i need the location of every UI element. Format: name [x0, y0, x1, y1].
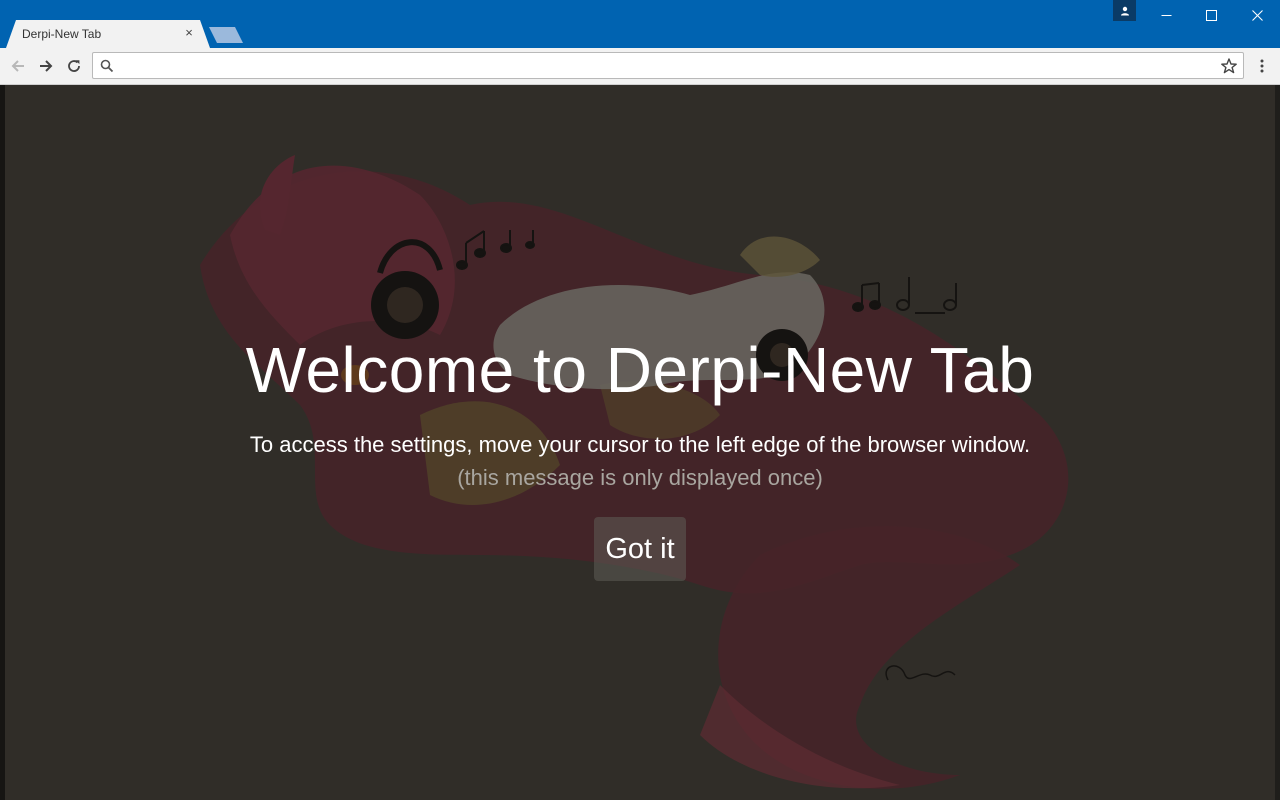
maximize-icon — [1205, 9, 1217, 21]
new-tab-button[interactable] — [209, 27, 243, 43]
tab-title: Derpi-New Tab — [22, 27, 102, 41]
got-it-button[interactable]: Got it — [594, 517, 686, 581]
title-bar: Derpi-New Tab × — [0, 0, 1280, 48]
reload-button[interactable] — [62, 54, 86, 78]
welcome-instructions: To access the settings, move your cursor… — [249, 432, 1031, 457]
minimize-icon — [1161, 14, 1171, 16]
browser-toolbar — [0, 48, 1280, 85]
back-arrow-icon — [11, 60, 24, 72]
window-close-button[interactable] — [1234, 0, 1280, 30]
address-input[interactable] — [121, 55, 1211, 76]
maximize-button[interactable] — [1188, 0, 1234, 30]
welcome-note: (this message is only displayed once) — [457, 465, 823, 490]
new-tab-page: Welcome to Derpi-New Tab To access the s… — [0, 85, 1280, 800]
more-vertical-icon — [1260, 59, 1264, 73]
tab-close-icon[interactable]: × — [182, 26, 196, 40]
forward-arrow-icon — [40, 60, 53, 72]
minimize-button[interactable] — [1143, 0, 1189, 30]
address-bar[interactable] — [92, 52, 1244, 79]
back-button[interactable] — [6, 54, 30, 78]
forward-button[interactable] — [34, 54, 58, 78]
bookmark-star-icon[interactable] — [1220, 57, 1238, 75]
browser-tab[interactable]: Derpi-New Tab × — [6, 20, 210, 48]
reload-icon — [68, 60, 80, 72]
welcome-title: Welcome to Derpi-New Tab — [245, 334, 1035, 406]
browser-menu-button[interactable] — [1250, 54, 1274, 78]
profile-button[interactable] — [1113, 0, 1136, 21]
person-icon — [1120, 6, 1129, 15]
window-close-icon — [1251, 9, 1263, 21]
search-icon — [100, 59, 114, 73]
